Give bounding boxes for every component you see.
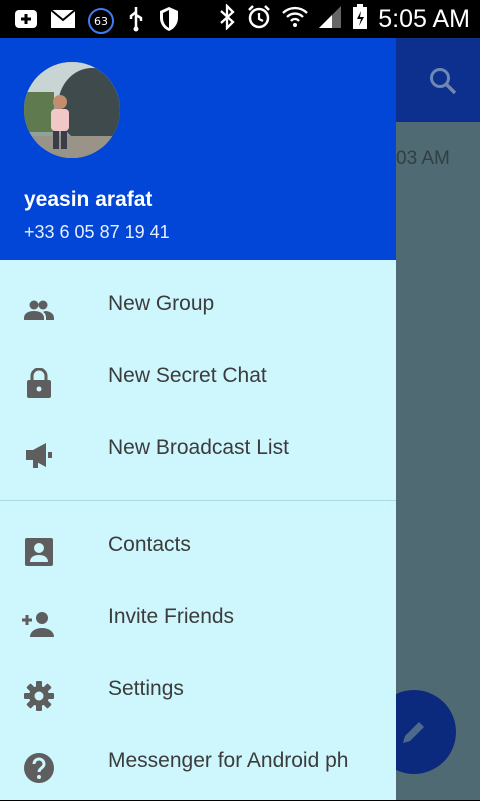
menu-item-label: New Secret Chat [108,364,267,387]
bluetooth-icon [218,3,236,34]
chat-timestamp: 03 AM [396,148,450,169]
help-icon [24,753,54,783]
user-name: yeasin arafat [24,188,153,211]
group-icon [24,296,54,326]
menu-item-label: Contacts [108,533,191,556]
menu-item-help[interactable]: Messenger for Android ph [0,729,396,801]
signal-icon [318,5,342,33]
usb-icon [126,6,146,36]
gear-icon [24,681,54,711]
search-icon[interactable] [428,66,458,100]
menu-item-label: New Group [108,292,215,315]
add-person-icon [20,609,54,639]
avatar[interactable] [24,62,120,158]
menu-item-new-group[interactable]: New Group [0,272,396,344]
shield-icon [158,6,180,36]
clock: 5:05 AM [378,4,470,33]
menu-item-contacts[interactable]: Contacts [0,513,396,585]
megaphone-icon [24,440,54,470]
mail-icon [50,9,76,33]
menu-item-label: Settings [108,677,184,700]
alarm-icon [246,4,272,34]
divider [0,500,396,501]
menu-item-label: Messenger for Android ph [108,749,349,772]
navigation-drawer: yeasin arafat +33 6 05 87 19 41 New Grou… [0,38,396,800]
user-phone: +33 6 05 87 19 41 [24,222,170,242]
menu-item-invite-friends[interactable]: Invite Friends [0,585,396,657]
menu-item-new-broadcast-list[interactable]: New Broadcast List [0,416,396,488]
contact-card-icon [24,537,54,567]
lock-icon [24,367,54,398]
menu-item-label: New Broadcast List [108,436,289,459]
drawer-header: yeasin arafat +33 6 05 87 19 41 [0,38,396,260]
notification-count-badge: 63 [88,8,114,34]
menu-item-new-secret-chat[interactable]: New Secret Chat [0,344,396,416]
battery-charging-icon [352,4,368,34]
add-icon [14,7,38,35]
status-bar: 63 5:05 AM [0,0,480,38]
wifi-icon [282,5,309,33]
menu-item-settings[interactable]: Settings [0,657,396,729]
menu-item-label: Invite Friends [108,605,235,628]
